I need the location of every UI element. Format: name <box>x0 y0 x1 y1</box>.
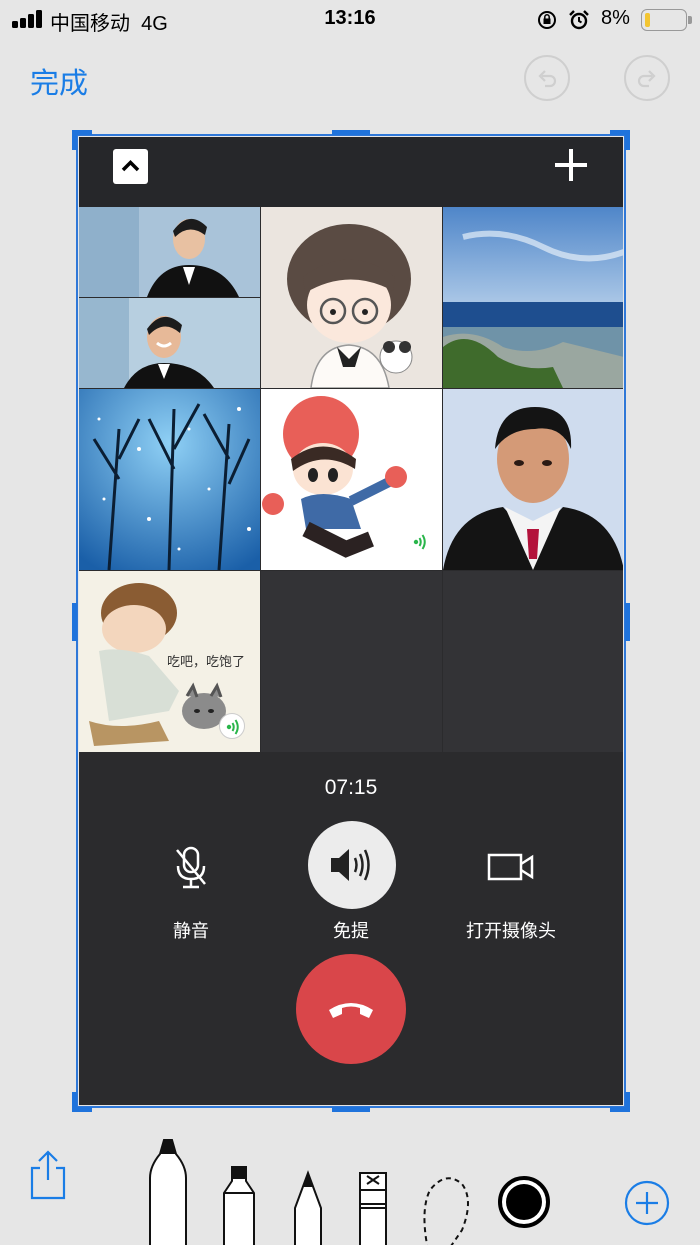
camera-label: 打开摄像头 <box>466 921 556 941</box>
status-bar: 中国移动 4G 13:16 8% <box>0 0 700 40</box>
add-tool-icon[interactable] <box>624 1180 670 1226</box>
screenshot-preview: 吃吧，吃饱了 07:15 静音 免提 打开摄像头 <box>79 137 623 1105</box>
voice-activity-icon <box>219 713 245 739</box>
pen-tool-icon[interactable] <box>146 1138 190 1245</box>
video-camera-icon <box>487 853 534 881</box>
mute-label: 静音 <box>173 921 209 941</box>
rotation-lock-icon <box>538 11 556 29</box>
participant-tile-7: 吃吧，吃饱了 <box>79 571 260 752</box>
crop-handle-right[interactable] <box>625 603 630 641</box>
marker-tool-icon[interactable] <box>220 1163 260 1245</box>
participant-grid: 吃吧，吃饱了 <box>79 207 623 752</box>
speaker-label: 免提 <box>333 921 369 941</box>
crop-handle-left[interactable] <box>72 603 77 641</box>
pencil-tool-icon[interactable] <box>292 1170 324 1245</box>
participant-tile-1 <box>79 207 260 388</box>
battery-percent: 8% <box>601 7 630 29</box>
status-time: 13:16 <box>324 7 376 29</box>
battery-icon <box>641 9 692 31</box>
participant-tile-6 <box>443 389 623 570</box>
participant-tile-3 <box>443 207 623 388</box>
hangup-phone-icon <box>329 1003 373 1018</box>
call-header <box>79 137 623 207</box>
call-timer: 07:15 <box>324 776 378 799</box>
participant-tile-5 <box>261 389 442 570</box>
share-icon[interactable] <box>28 1150 68 1200</box>
redo-button[interactable] <box>624 55 670 101</box>
alarm-icon <box>569 10 589 30</box>
undo-icon <box>538 70 557 88</box>
participant-tile-4 <box>79 389 260 570</box>
empty-tile <box>443 571 623 752</box>
chevron-up-icon <box>121 160 140 172</box>
camera-control: 打开摄像头 <box>421 817 601 941</box>
crop-handle-bottom[interactable] <box>332 1107 370 1112</box>
speaker-icon <box>331 849 370 881</box>
undo-button[interactable] <box>524 55 570 101</box>
mute-control: 静音 <box>101 817 281 941</box>
color-picker-button[interactable] <box>498 1176 550 1228</box>
selected-color-swatch <box>506 1184 542 1220</box>
participant-tile-2 <box>261 207 442 388</box>
speaker-control: 免提 <box>261 817 441 941</box>
voice-activity-icon <box>407 529 433 555</box>
done-button[interactable]: 完成 <box>30 60 88 102</box>
crop-handle-top[interactable] <box>332 130 370 135</box>
empty-tile <box>261 571 442 752</box>
add-member-icon <box>553 147 589 183</box>
hangup-button <box>296 954 406 1064</box>
redo-icon <box>637 70 656 88</box>
speaker-button <box>308 821 396 909</box>
eraser-tool-icon[interactable] <box>357 1170 389 1245</box>
markup-toolbar <box>0 1130 700 1245</box>
collapse-button <box>113 149 148 184</box>
sticker-caption: 吃吧，吃饱了 <box>167 654 246 669</box>
microphone-muted-icon <box>176 846 206 889</box>
lasso-tool-icon[interactable] <box>418 1170 474 1245</box>
